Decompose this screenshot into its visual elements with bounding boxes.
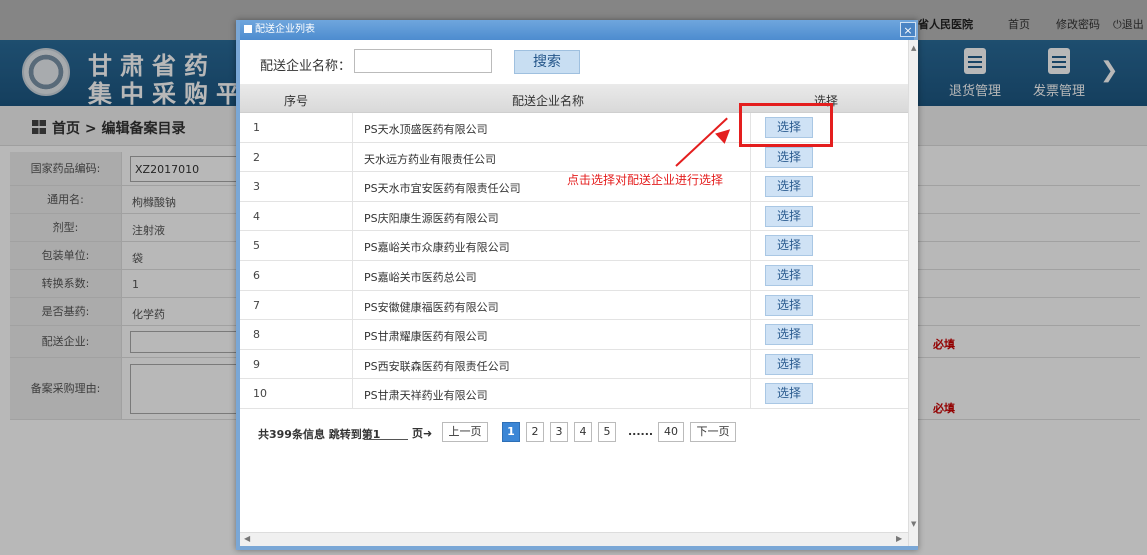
scroll-up-icon[interactable]: ▲ <box>911 44 916 52</box>
column-divider <box>750 261 751 290</box>
pagination: 共399条信息 跳转到第1 页➜ 上一页 1 2 3 4 5 ...... 40… <box>240 414 908 450</box>
table-row: 10 PS甘肃天祥药业有限公司 选择 <box>240 379 908 409</box>
page-3-button[interactable]: 3 <box>550 422 568 442</box>
annotation-text: 点击选择对配送企业进行选择 <box>567 173 724 187</box>
column-divider <box>352 261 353 290</box>
scroll-left-icon[interactable]: ◀ <box>244 534 250 543</box>
enterprise-name: PS安徽健康福医药有限公司 <box>364 300 499 314</box>
enterprise-name: PS天水顶盛医药有限公司 <box>364 123 488 136</box>
prev-page-button[interactable]: 上一页 <box>442 422 488 442</box>
column-divider <box>352 349 353 379</box>
select-button[interactable]: 选择 <box>765 235 813 257</box>
select-button[interactable]: 选择 <box>765 353 813 375</box>
select-button[interactable]: 选择 <box>765 176 813 198</box>
column-divider <box>352 201 353 231</box>
enterprise-list-dialog: 配送企业列表 × 配送企业名称： 搜索 序号 配送企业名称 选择 1 PS天水顶盛… <box>236 20 918 550</box>
search-label: 配送企业名称： <box>260 59 352 74</box>
column-divider <box>352 142 353 172</box>
next-page-button[interactable]: 下一页 <box>690 422 736 442</box>
search-button[interactable]: 搜索 <box>514 50 580 74</box>
column-divider <box>352 113 353 142</box>
column-divider <box>352 231 353 260</box>
column-divider <box>750 290 751 320</box>
page-go-button[interactable]: 页➜ <box>412 425 432 441</box>
page-40-button[interactable]: 40 <box>658 422 684 442</box>
enterprise-name: PS嘉峪关市众康药业有限公司 <box>364 241 510 255</box>
column-header-name: 配送企业名称 <box>512 94 585 108</box>
page-jump-input[interactable] <box>364 426 408 440</box>
page-4-button[interactable]: 4 <box>574 422 592 442</box>
column-divider <box>352 172 353 201</box>
row-number: 4 <box>253 209 260 223</box>
column-divider <box>750 349 751 379</box>
dialog-title: 配送企业列表 <box>255 24 315 35</box>
row-number: 2 <box>253 150 260 164</box>
row-number: 3 <box>253 180 260 194</box>
search-bar: 配送企业名称： 搜索 <box>240 40 908 84</box>
dialog-title-bar: 配送企业列表 <box>240 20 914 40</box>
enterprise-name: PS甘肃耀康医药有限公司 <box>364 330 488 344</box>
select-button[interactable]: 选择 <box>765 294 813 316</box>
column-divider <box>750 320 751 349</box>
select-button[interactable]: 选择 <box>765 146 813 168</box>
row-number: 1 <box>253 121 260 134</box>
column-divider <box>750 201 751 231</box>
table-row: 7 PS安徽健康福医药有限公司 选择 <box>240 290 908 321</box>
scroll-down-icon[interactable]: ▼ <box>911 520 916 528</box>
row-number: 5 <box>253 239 260 253</box>
enterprise-name: PS甘肃天祥药业有限公司 <box>364 389 488 403</box>
enterprise-name-input[interactable] <box>354 49 492 73</box>
page-1-button[interactable]: 1 <box>502 422 520 442</box>
column-divider <box>750 379 751 408</box>
close-icon[interactable]: × <box>900 22 916 37</box>
row-number: 7 <box>253 298 260 312</box>
window-icon <box>244 25 252 33</box>
select-button[interactable]: 选择 <box>765 265 813 286</box>
horizontal-scrollbar[interactable]: ◀ ▶ <box>240 532 908 546</box>
column-divider <box>352 290 353 320</box>
row-number: 9 <box>253 357 260 371</box>
row-number: 10 <box>253 387 267 401</box>
highlight-box <box>739 103 833 147</box>
table-row: 6 PS嘉峪关市医药总公司 选择 <box>240 261 908 291</box>
pagination-info: 共399条信息 跳转到第1 <box>258 428 381 441</box>
table-row: 9 PS西安联森医药有限责任公司 选择 <box>240 349 908 380</box>
column-divider <box>352 320 353 349</box>
column-divider <box>750 172 751 201</box>
table-row: 4 PS庆阳康生源医药有限公司 选择 <box>240 201 908 232</box>
vertical-scrollbar[interactable]: ▲ ▼ <box>908 40 918 546</box>
table-row: 5 PS嘉峪关市众康药业有限公司 选择 <box>240 231 908 261</box>
select-button[interactable]: 选择 <box>765 324 813 346</box>
table-row: 2 天水远方药业有限责任公司 选择 <box>240 142 908 173</box>
row-number: 8 <box>253 328 260 342</box>
select-button[interactable]: 选择 <box>765 205 813 227</box>
enterprise-name: PS西安联森医药有限责任公司 <box>364 359 510 373</box>
column-divider <box>352 379 353 408</box>
enterprise-name: PS庆阳康生源医药有限公司 <box>364 211 499 225</box>
enterprise-name: PS嘉峪关市医药总公司 <box>364 271 477 284</box>
pagination-ellipsis: ...... <box>628 425 654 438</box>
page-5-button[interactable]: 5 <box>598 422 616 442</box>
column-divider <box>750 231 751 260</box>
enterprise-name: PS天水市宜安医药有限责任公司 <box>364 182 521 196</box>
page-2-button[interactable]: 2 <box>526 422 544 442</box>
select-button[interactable]: 选择 <box>765 383 813 405</box>
row-number: 6 <box>253 269 260 282</box>
column-header-no: 序号 <box>284 94 309 108</box>
enterprise-name: 天水远方药业有限责任公司 <box>364 152 496 166</box>
table-row: 8 PS甘肃耀康医药有限公司 选择 <box>240 320 908 350</box>
scroll-right-icon[interactable]: ▶ <box>896 534 902 543</box>
